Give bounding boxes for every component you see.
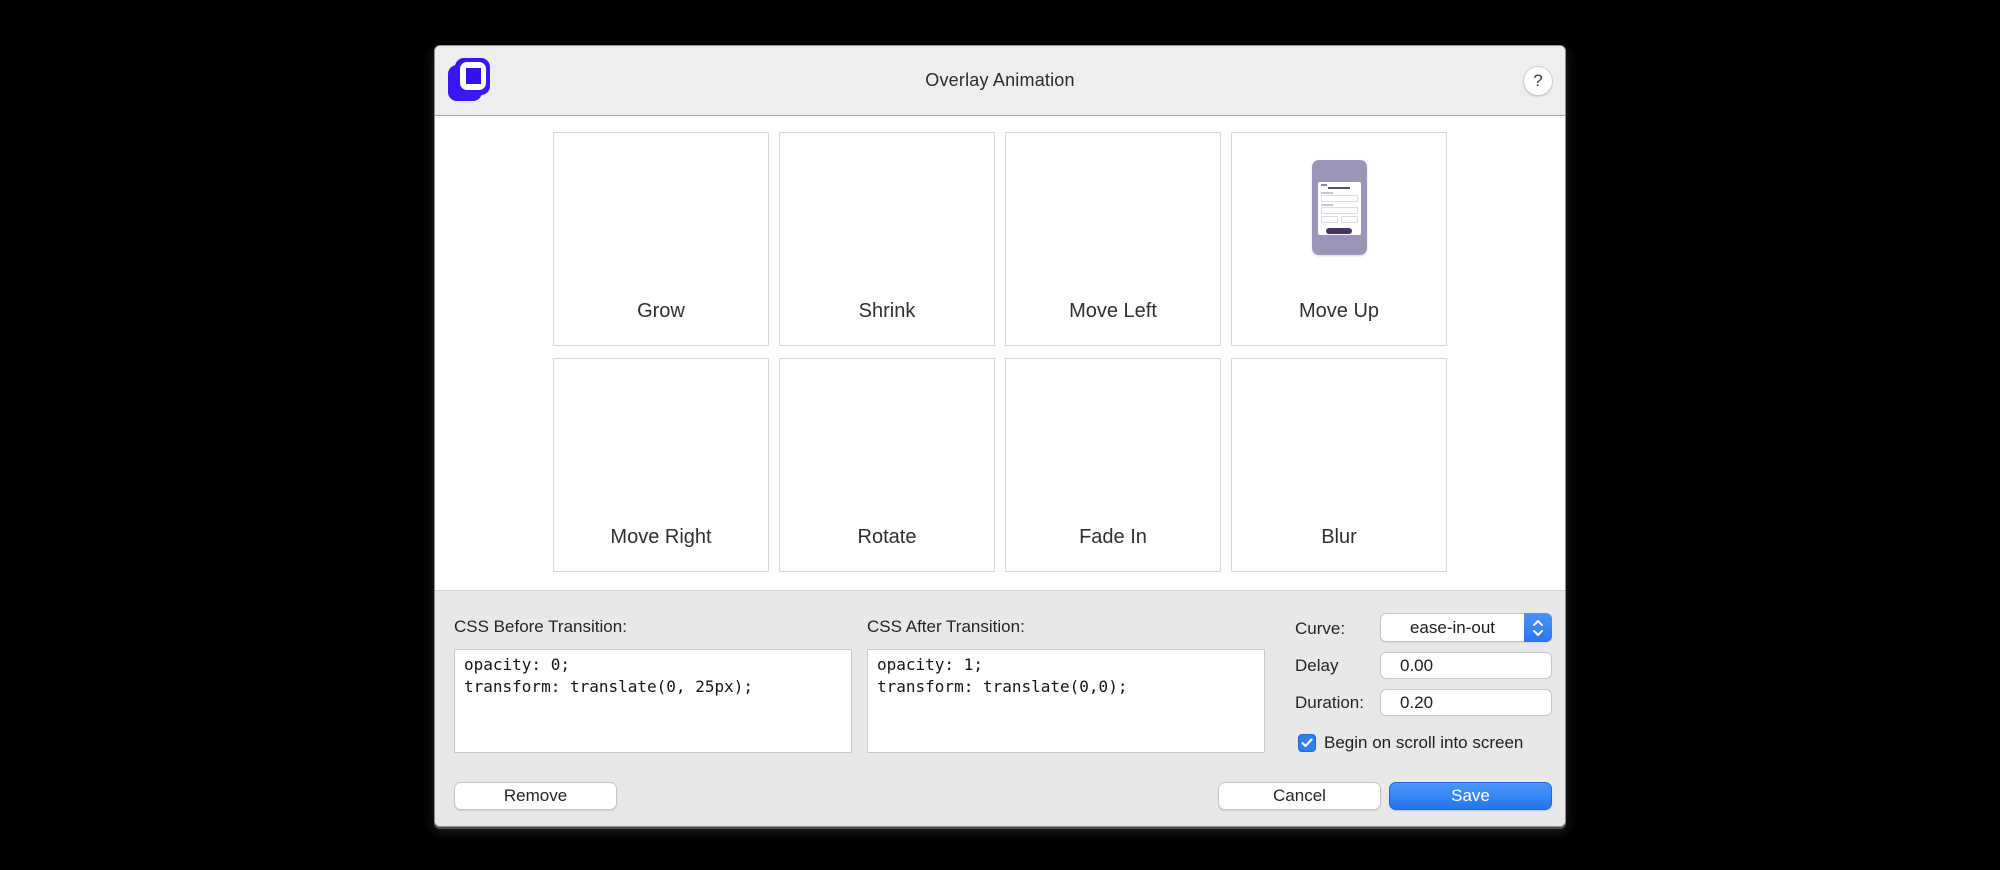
css-before-textarea[interactable]: opacity: 0; transform: translate(0, 25px…: [454, 649, 852, 753]
css-before-label: CSS Before Transition:: [454, 617, 627, 636]
css-after-label: CSS After Transition:: [867, 617, 1025, 636]
save-button[interactable]: Save: [1389, 782, 1552, 810]
phone-field-label: [1320, 192, 1333, 194]
tile-move-left[interactable]: Move Left: [1005, 132, 1221, 346]
phone-form-card: [1317, 182, 1361, 235]
phone-input-small: [1320, 216, 1338, 223]
tile-move-up[interactable]: Move Up: [1231, 132, 1447, 346]
animation-grid-area: Grow Shrink Move Left Move Up Move Right…: [435, 116, 1565, 590]
remove-button-label: Remove: [503, 786, 568, 805]
chevron-down-icon: [1533, 629, 1543, 636]
question-mark-icon: ?: [1533, 71, 1543, 90]
phone-select: [1320, 207, 1358, 214]
duration-input[interactable]: [1380, 689, 1552, 716]
tile-label: Move Right: [610, 526, 712, 548]
phone-input-small: [1340, 216, 1358, 223]
tile-grow[interactable]: Grow: [553, 132, 769, 346]
phone-logo: [1320, 184, 1327, 186]
begin-on-scroll-checkbox[interactable]: [1298, 734, 1316, 752]
tile-rotate[interactable]: Rotate: [779, 358, 995, 572]
animation-grid: Grow Shrink Move Left Move Up Move Right…: [553, 132, 1447, 572]
duration-label: Duration:: [1295, 693, 1364, 712]
tile-label: Move Left: [1069, 300, 1157, 322]
tile-label: Move Up: [1298, 300, 1380, 322]
phone-input: [1320, 195, 1358, 202]
title-bar: Overlay Animation ?: [435, 46, 1565, 116]
overlay-animation-dialog: Overlay Animation ? Grow Shrink Move Lef…: [434, 45, 1566, 827]
delay-input[interactable]: [1380, 652, 1552, 679]
help-button[interactable]: ?: [1523, 66, 1553, 96]
tile-label: Shrink: [858, 300, 916, 322]
phone-heading: [1328, 187, 1350, 189]
tile-blur[interactable]: Blur: [1231, 358, 1447, 572]
delay-label: Delay: [1295, 656, 1339, 675]
page-title: Overlay Animation: [925, 70, 1075, 90]
tile-fade-in[interactable]: Fade In: [1005, 358, 1221, 572]
curve-label: Curve:: [1295, 619, 1346, 638]
phone-submit-button: [1326, 228, 1352, 234]
begin-on-scroll-row: Begin on scroll into screen: [1298, 733, 1523, 753]
checkmark-icon: [1301, 738, 1313, 748]
tile-label: Grow: [637, 300, 685, 322]
begin-on-scroll-label: Begin on scroll into screen: [1324, 733, 1524, 752]
curve-select[interactable]: ease-in-out: [1380, 613, 1552, 642]
phone-field-label: [1320, 204, 1333, 206]
chevron-up-icon: [1533, 619, 1543, 626]
tile-label: Rotate: [857, 526, 917, 548]
settings-panel: CSS Before Transition: opacity: 0; trans…: [435, 590, 1565, 826]
stepper-icon: [1524, 613, 1552, 642]
cancel-button-label: Cancel: [1273, 786, 1326, 805]
tile-label: Fade In: [1079, 526, 1147, 548]
tile-label: Blur: [1321, 526, 1357, 548]
phone-input-row: [1320, 216, 1358, 225]
save-button-label: Save: [1451, 786, 1490, 805]
css-after-textarea[interactable]: opacity: 1; transform: translate(0,0);: [867, 649, 1265, 753]
cancel-button[interactable]: Cancel: [1218, 782, 1381, 810]
tile-shrink[interactable]: Shrink: [779, 132, 995, 346]
phone-preview: [1311, 160, 1367, 255]
remove-button[interactable]: Remove: [454, 782, 617, 810]
tile-move-right[interactable]: Move Right: [553, 358, 769, 572]
